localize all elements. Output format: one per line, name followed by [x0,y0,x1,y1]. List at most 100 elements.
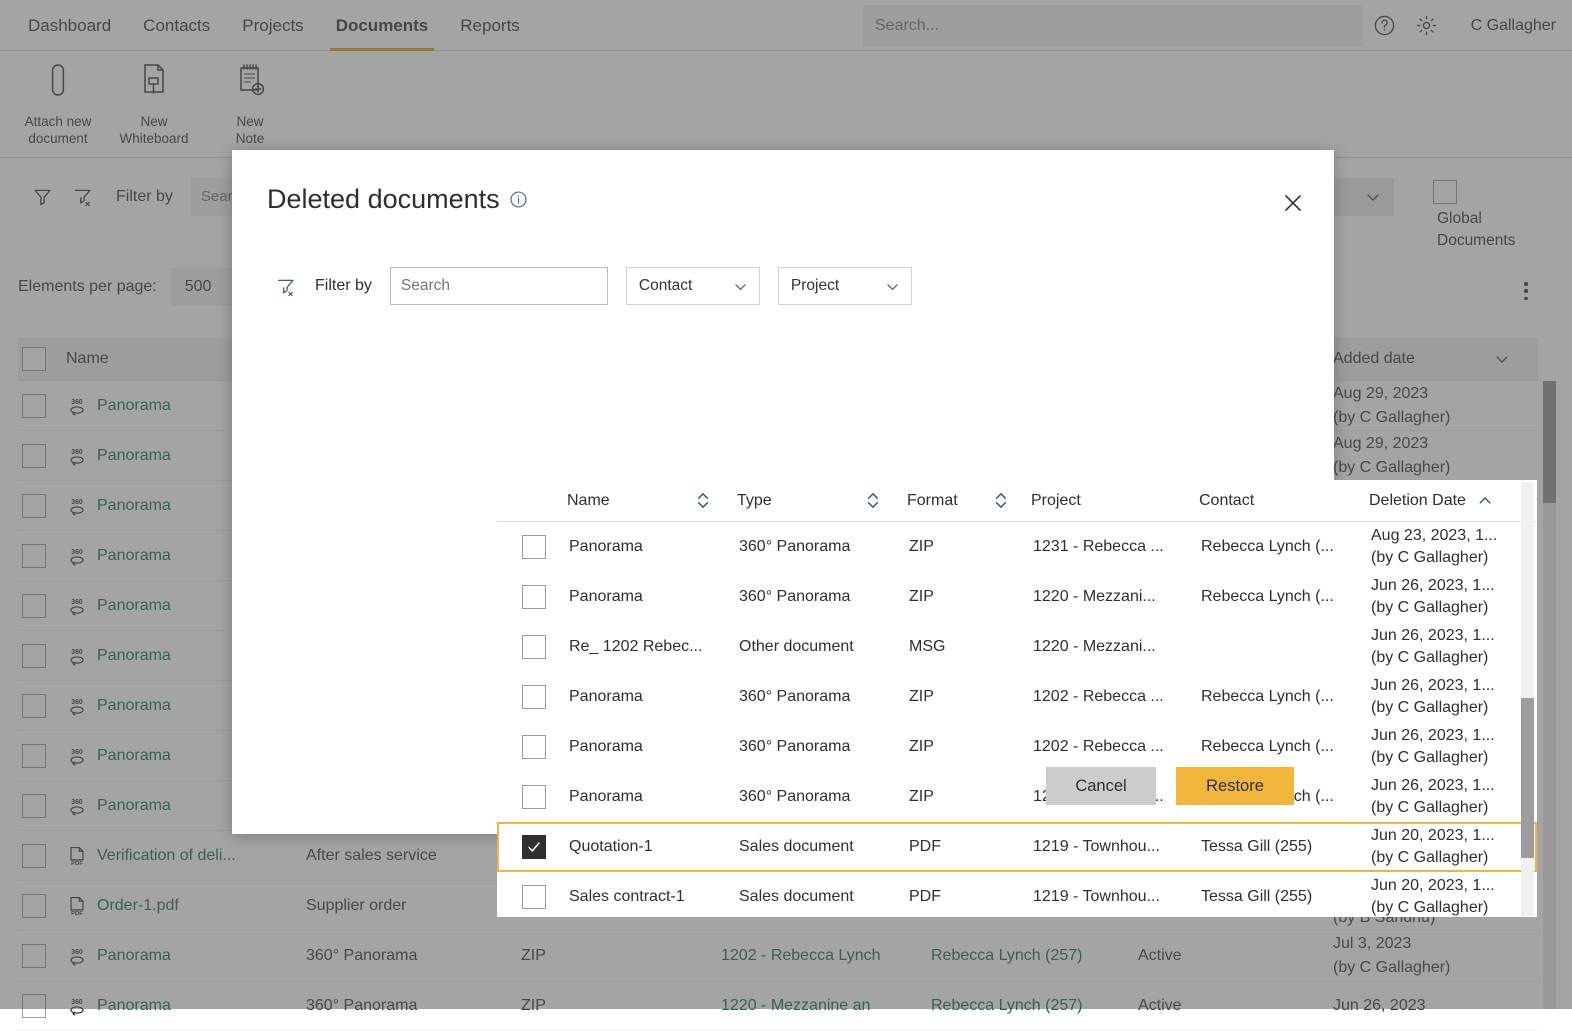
dialog-search-input[interactable] [390,267,608,305]
row-checkbox[interactable] [22,644,46,668]
row-checkbox-checked[interactable] [522,835,546,859]
table-row[interactable]: Panorama360° PanoramaZIP1202 - Rebecca .… [497,722,1537,772]
row-select-cell[interactable] [499,585,569,609]
row-checkbox[interactable] [22,944,46,968]
row-select-cell[interactable] [18,994,66,1018]
page-scrollbar-thumb[interactable] [1543,381,1556,503]
row-select-cell[interactable] [18,644,66,668]
row-select-cell[interactable] [499,635,569,659]
row-checkbox[interactable] [22,844,46,868]
column-header-deletion-date[interactable]: Deletion Date [1369,490,1519,512]
select-all-cell[interactable] [18,347,66,371]
column-header-name[interactable]: Name [567,491,737,510]
row-select-cell[interactable] [499,835,569,859]
row-select-cell[interactable] [18,594,66,618]
row-checkbox[interactable] [522,885,546,909]
row-checkbox[interactable] [22,444,46,468]
row-select-cell[interactable] [499,685,569,709]
column-header-type[interactable]: Type [737,491,907,510]
row-select-cell[interactable] [18,494,66,518]
row-checkbox[interactable] [22,594,46,618]
cell-contact: Rebecca Lynch (... [1201,538,1371,556]
cell-project[interactable]: 1202 - Rebecca Lynch [721,947,931,965]
info-circle-icon[interactable] [509,190,528,209]
cell-contact[interactable]: Rebecca Lynch (257) [931,947,1138,965]
cell-name[interactable]: PDFOrder-1.pdf [66,895,306,917]
global-documents-filter[interactable]: Global Documents [1405,180,1535,252]
row-checkbox[interactable] [522,685,546,709]
funnel-clear-icon[interactable] [62,186,102,207]
cell-name[interactable]: PDFVerification of deli... [66,845,306,867]
table-row[interactable]: Re_ 1202 Rebec...Other documentMSG1220 -… [497,622,1537,672]
more-vertical-icon[interactable] [1514,278,1538,304]
row-checkbox[interactable] [22,744,46,768]
row-select-cell[interactable] [18,944,66,968]
restore-button[interactable]: Restore [1176,767,1294,805]
search-input[interactable] [875,17,1351,35]
cancel-button[interactable]: Cancel [1046,767,1156,805]
cell-project[interactable]: 1220 - Mezzanine an [721,997,931,1015]
page-scrollbar[interactable] [1543,381,1556,1009]
table-row[interactable]: Sales contract-1Sales documentPDF1219 - … [497,872,1537,917]
dialog-table-scrollbar-thumb[interactable] [1521,698,1534,858]
row-select-cell[interactable] [18,394,66,418]
close-icon[interactable] [1276,186,1310,220]
column-header-format[interactable]: Format [907,491,1031,510]
row-select-cell[interactable] [18,894,66,918]
row-checkbox[interactable] [22,894,46,918]
new-whiteboard-button[interactable]: New Whiteboard [106,59,202,147]
new-note-button[interactable]: New Note [202,59,298,147]
select-all-checkbox[interactable] [22,347,46,371]
row-checkbox[interactable] [522,635,546,659]
help-circle-icon[interactable] [1363,5,1405,46]
row-select-cell[interactable] [18,744,66,768]
user-menu[interactable]: C Gallagher [1465,5,1562,46]
cell-name[interactable]: 360Panorama [66,995,306,1017]
table-row[interactable]: Panorama360° PanoramaZIP1220 - Mezzani..… [497,572,1537,622]
table-row[interactable]: 360Panorama360° PanoramaZIP1202 - Rebecc… [18,931,1538,981]
row-checkbox[interactable] [522,535,546,559]
nav-item-contacts[interactable]: Contacts [127,0,226,51]
table-row[interactable]: 360Panorama360° PanoramaZIP1220 - Mezzan… [18,981,1538,1031]
row-checkbox[interactable] [22,994,46,1018]
row-select-cell[interactable] [18,794,66,818]
row-select-cell[interactable] [499,785,569,809]
row-checkbox[interactable] [522,735,546,759]
gear-icon[interactable] [1405,5,1447,46]
cell-name[interactable]: 360Panorama [66,945,306,967]
row-checkbox[interactable] [522,785,546,809]
funnel-icon[interactable] [22,186,62,207]
attach-new-document-button[interactable]: Attach new document [10,59,106,147]
row-select-cell[interactable] [18,694,66,718]
table-row[interactable]: Quotation-1Sales documentPDF1219 - Townh… [497,822,1537,872]
contact-filter-select[interactable]: Contact [626,267,760,305]
table-row[interactable]: Panorama360° PanoramaZIP1231 - Rebecca .… [497,522,1537,572]
column-header-project[interactable]: Project [1031,492,1199,510]
global-search-box[interactable] [863,5,1363,46]
nav-item-projects[interactable]: Projects [226,0,319,51]
nav-item-dashboard[interactable]: Dashboard [12,0,127,51]
table-row[interactable]: Panorama360° PanoramaZIP1202 - Rebecca .… [497,672,1537,722]
global-documents-checkbox[interactable] [1433,180,1457,204]
column-header-contact[interactable]: Contact [1199,492,1369,510]
project-filter-select[interactable]: Project [778,267,912,305]
funnel-clear-icon[interactable] [267,276,303,297]
row-select-cell[interactable] [18,844,66,868]
row-select-cell[interactable] [499,535,569,559]
row-checkbox[interactable] [22,794,46,818]
column-header-added-date[interactable]: Added date [1333,347,1523,371]
row-select-cell[interactable] [18,444,66,468]
row-checkbox[interactable] [522,585,546,609]
nav-item-reports[interactable]: Reports [444,0,536,51]
row-checkbox[interactable] [22,694,46,718]
row-checkbox[interactable] [22,494,46,518]
row-select-cell[interactable] [499,885,569,909]
row-checkbox[interactable] [22,394,46,418]
cell-contact[interactable]: Rebecca Lynch (257) [931,997,1138,1015]
row-checkbox[interactable] [22,544,46,568]
row-select-cell[interactable] [18,544,66,568]
dialog-table-scrollbar[interactable] [1521,482,1534,916]
row-select-cell[interactable] [499,735,569,759]
nav-item-documents[interactable]: Documents [320,0,445,51]
table-row[interactable]: Panorama360° PanoramaZIP1202 - Rebecca .… [497,772,1537,822]
